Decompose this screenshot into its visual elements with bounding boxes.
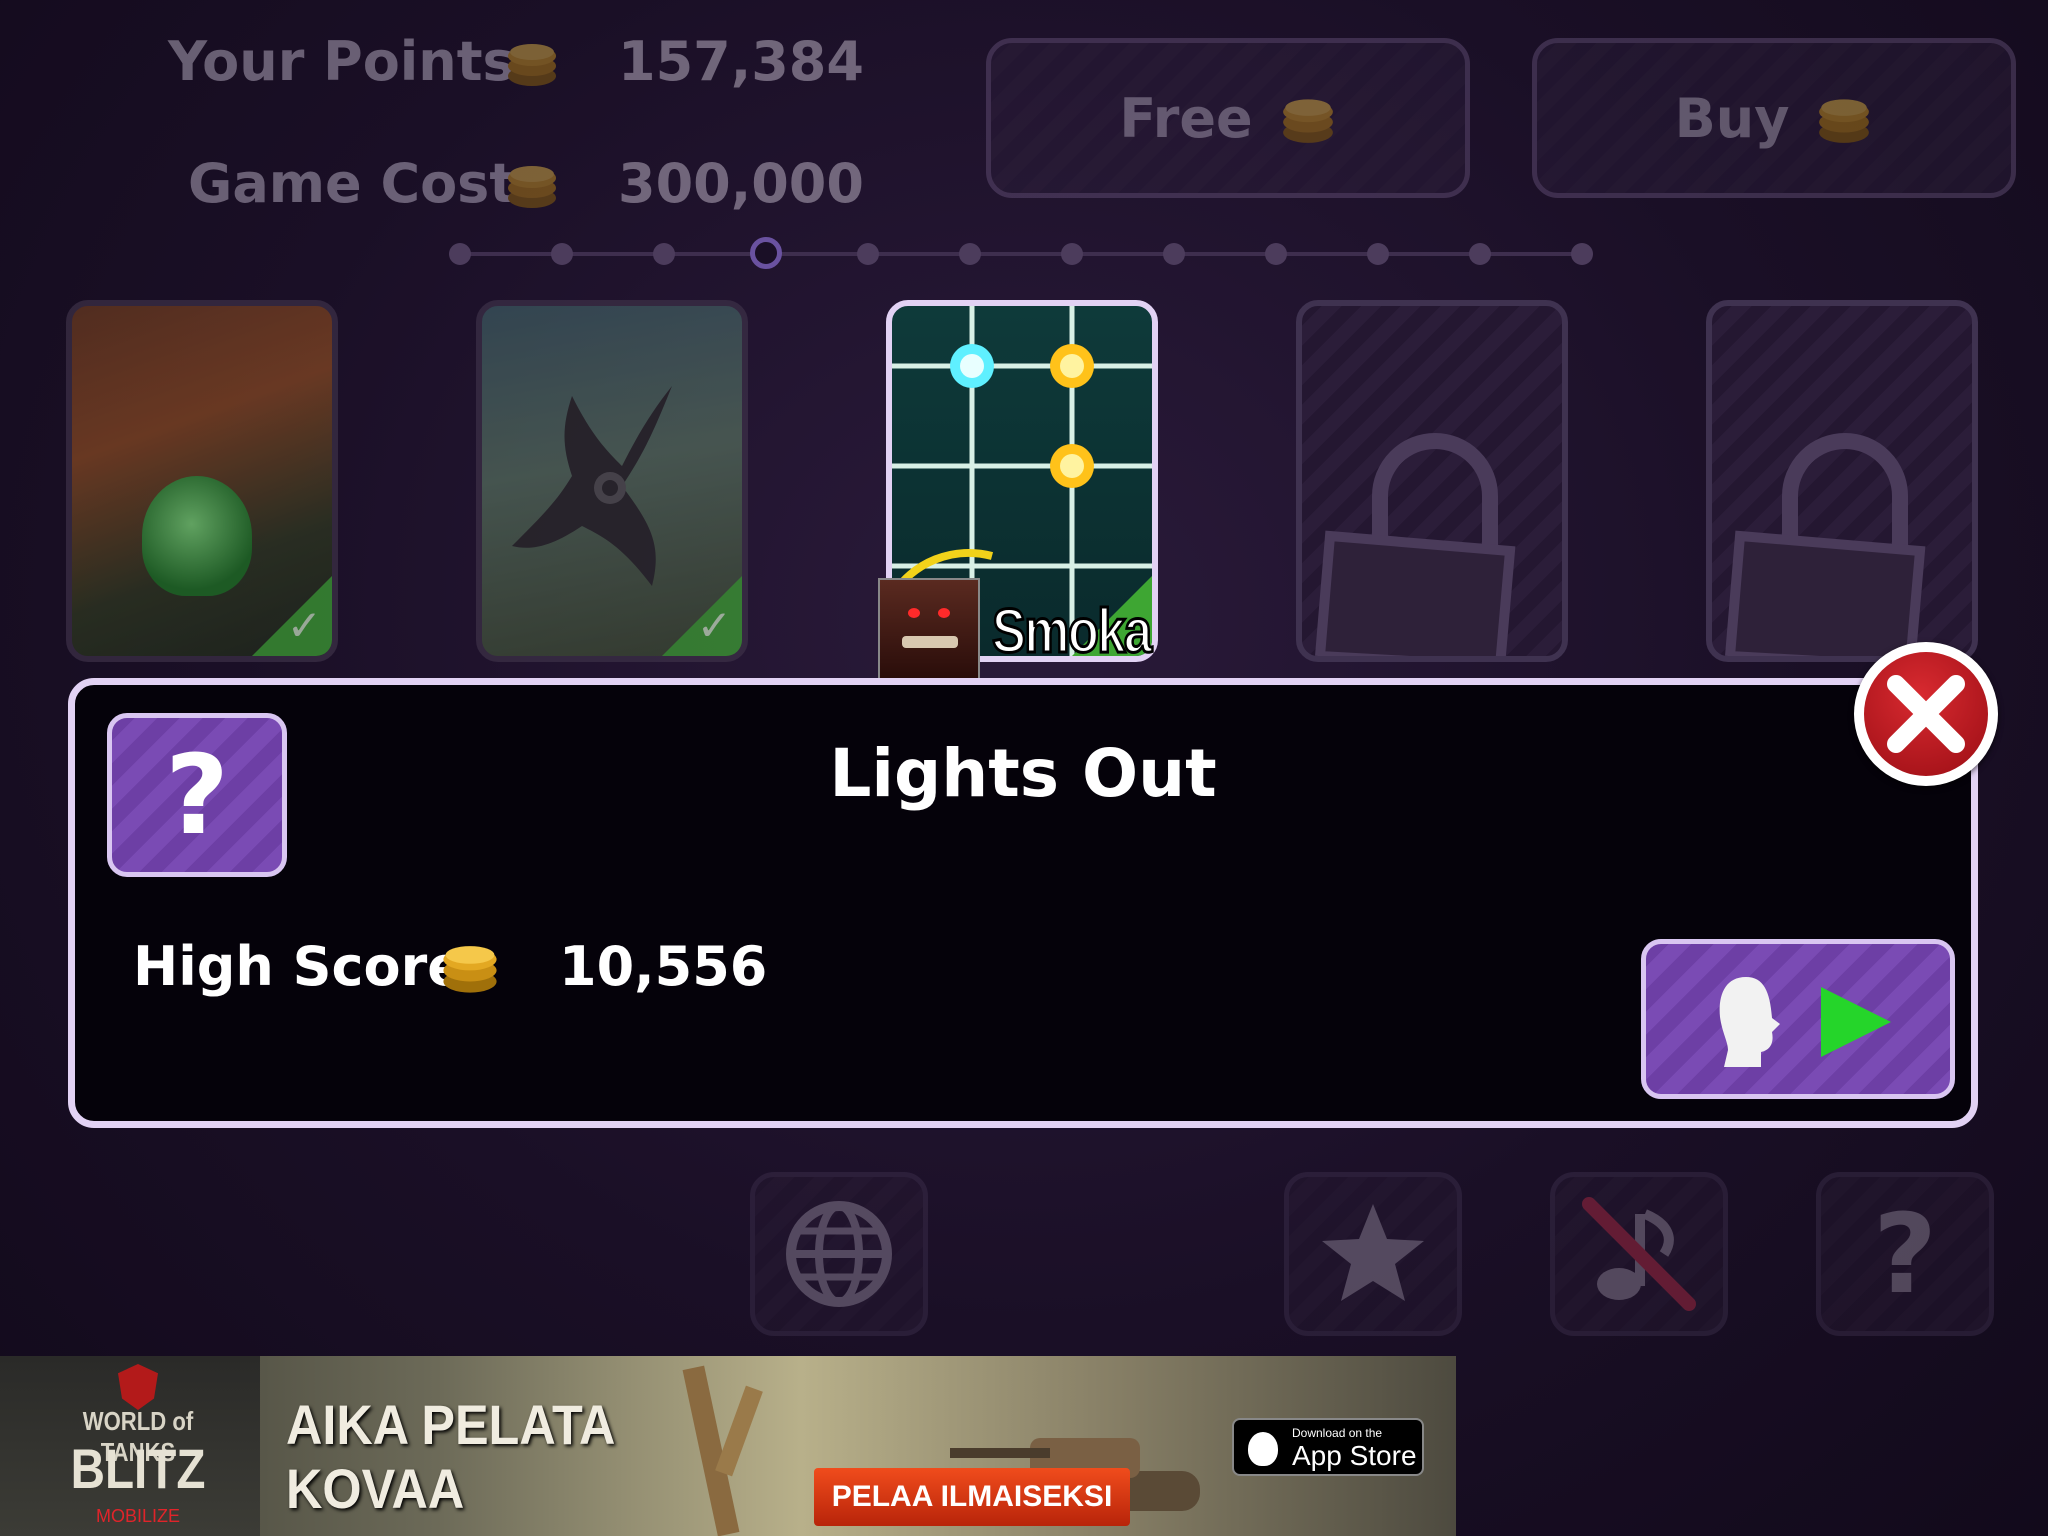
globe-button[interactable] [750,1172,928,1336]
cost-label: Game Cost [188,152,516,215]
coin-icon [508,44,556,86]
music-toggle-button[interactable] [1550,1172,1728,1336]
slingshot-image [680,1365,770,1536]
store-big-text: App Store [1292,1440,1417,1471]
page-indicator-track [460,252,1590,256]
high-score-value: 10,556 [559,935,768,998]
page-dot[interactable] [449,243,471,265]
ad-headline-line2: KOVAA [286,1457,465,1520]
high-score-label: High Score [133,935,464,998]
lock-icon [1314,433,1516,656]
ad-banner[interactable]: WORLD of TANKS BLITZ MOBILIZE AIKA PELAT… [0,1356,1456,1536]
player-head-icon [1719,977,1780,1067]
game-title: Lights Out [829,735,1217,812]
ad-brand-line2: BLITZ [70,1437,206,1500]
app-store-badge[interactable]: Download on the App Store [1232,1418,1424,1476]
page-dot[interactable] [1571,243,1593,265]
globe-icon [786,1201,892,1307]
game-card-5[interactable] [1706,300,1978,662]
game-card-4[interactable] [1296,300,1568,662]
check-icon: ✓ [286,601,322,650]
points-label: Your Points [168,30,515,93]
shuriken-icon [512,386,672,586]
coin-icon [1819,99,1870,143]
apple-icon [1248,1432,1278,1466]
coin-icon [508,166,556,208]
favorites-button[interactable] [1284,1172,1462,1336]
help-icon: ? [1873,1190,1937,1318]
game-detail-panel: ? Lights Out High Score 10,556 [68,678,1978,1128]
ad-cta-button[interactable]: PELAA ILMAISEKSI [814,1468,1130,1526]
game-card-2[interactable]: ✓ [476,300,748,662]
page-dot[interactable] [1367,243,1389,265]
coin-icon [1282,99,1333,143]
page-dot[interactable] [551,243,573,265]
coin-icon [443,946,497,993]
page-dot[interactable] [1265,243,1287,265]
points-value: 157,384 [618,30,864,93]
ad-brand-line3: MOBILIZE [95,1506,180,1526]
star-icon [1322,1204,1424,1301]
music-muted-icon [1582,1197,1696,1311]
page-dot[interactable] [653,243,675,265]
page-dot[interactable] [750,237,782,269]
page-dot[interactable] [1061,243,1083,265]
help-button[interactable]: ? [1816,1172,1994,1336]
free-button[interactable]: Free [986,38,1470,198]
username: Smoka [991,596,1154,668]
free-label: Free [1119,86,1253,150]
buy-button[interactable]: Buy [1532,38,2016,198]
check-icon: ✓ [696,601,732,650]
cost-value: 300,000 [618,152,864,215]
avatar [878,578,980,680]
single-player-play-button[interactable] [1641,939,1955,1099]
page-dot[interactable] [857,243,879,265]
store-small-text: Download on the [1292,1426,1383,1440]
page-dot[interactable] [959,243,981,265]
gem-icon [142,476,252,596]
play-icon [1821,987,1891,1057]
ad-headline-line1: AIKA PELATA [286,1393,616,1456]
page-dot[interactable] [1163,243,1185,265]
game-card-1[interactable]: ✓ [66,300,338,662]
close-button[interactable] [1854,642,1998,786]
lock-icon [1724,433,1926,656]
page-dot[interactable] [1469,243,1491,265]
close-icon [1887,675,1965,753]
buy-label: Buy [1674,86,1790,150]
